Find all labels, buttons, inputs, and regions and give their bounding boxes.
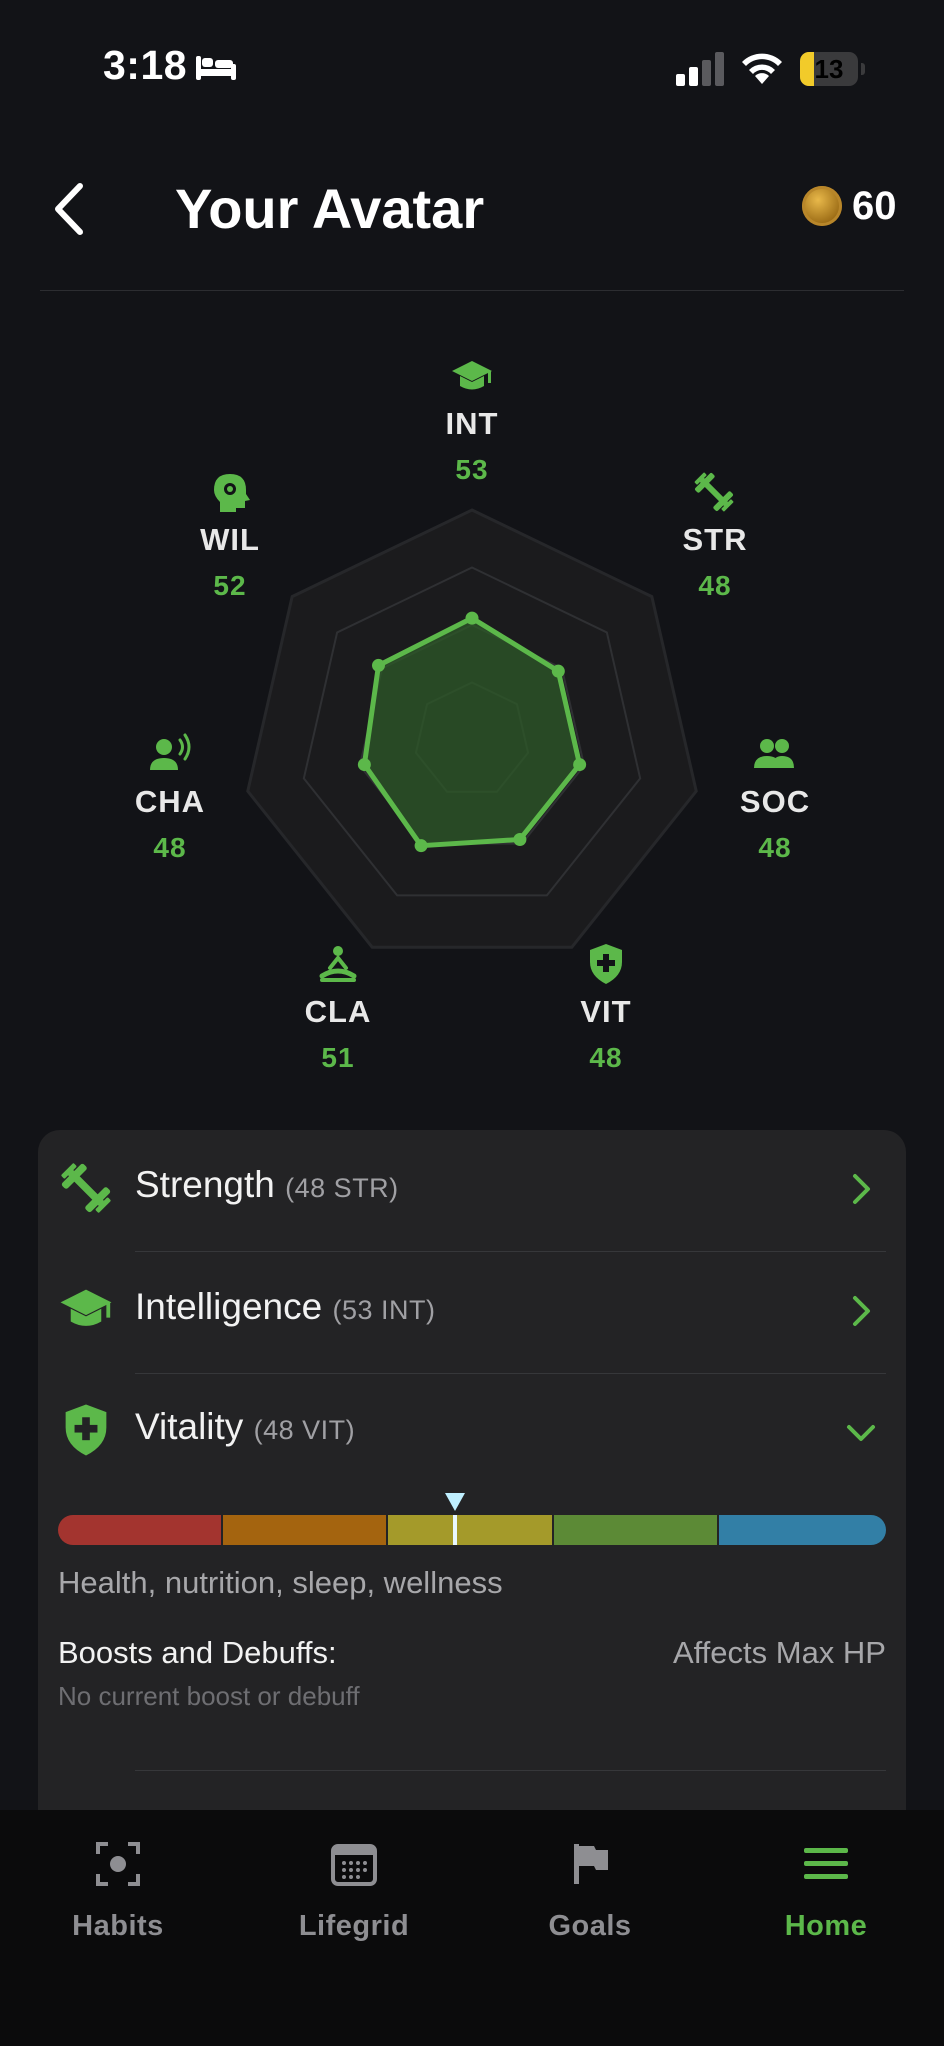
flag-icon — [574, 1844, 608, 1884]
chevron-down-icon[interactable] — [846, 1416, 876, 1450]
attribute-row-strength[interactable]: Strength (48 STR) — [38, 1130, 906, 1250]
speaking-person-icon — [150, 733, 191, 770]
tab-home[interactable]: Home — [708, 1810, 944, 1970]
page-title: Your Avatar — [175, 177, 485, 240]
attribute-title: Vitality (48 VIT) — [135, 1406, 355, 1448]
attribute-value: (48 STR) — [285, 1173, 399, 1203]
attribute-row-vitality[interactable]: Vitality (48 VIT) — [38, 1372, 906, 1492]
attribute-title: Strength (48 STR) — [135, 1164, 399, 1206]
meter-segment — [58, 1515, 221, 1545]
radar-point-wil — [371, 658, 385, 672]
attribute-title: Intelligence (53 INT) — [135, 1286, 435, 1328]
graduation-cap-icon — [452, 361, 492, 390]
level-marker-icon — [445, 1493, 466, 1511]
chevron-right-icon[interactable] — [846, 1172, 876, 1206]
gold-coin-icon — [802, 186, 842, 226]
stat-value-str: 48 — [698, 570, 732, 601]
vitality-meter — [58, 1493, 886, 1545]
tab-label: Habits — [72, 1910, 164, 1942]
battery-level: 13 — [814, 54, 844, 84]
radar-point-vit — [513, 832, 527, 846]
attribute-value: (48 VIT) — [253, 1415, 356, 1445]
radar-point-str — [551, 664, 565, 678]
stat-label-int: INT — [445, 406, 499, 441]
coin-count: 60 — [852, 184, 897, 228]
tab-label: Home — [784, 1910, 868, 1942]
head-gear-icon — [214, 474, 250, 512]
stat-value-wil: 52 — [213, 570, 247, 601]
radar-point-cha — [357, 758, 371, 772]
shield-plus-icon — [65, 1404, 107, 1456]
battery-icon: 13 — [800, 52, 858, 86]
header-divider — [40, 290, 904, 291]
stat-label-str: STR — [682, 522, 748, 557]
shield-plus-icon — [590, 944, 622, 984]
stat-value-int: 53 — [455, 454, 489, 485]
stat-value-vit: 48 — [589, 1042, 623, 1073]
meter-segment — [554, 1515, 717, 1545]
chevron-left-icon[interactable] — [46, 180, 92, 238]
bottom-tab-bar: Habits Lifegrid Goals Home — [0, 1810, 944, 2046]
meter-segment — [223, 1515, 386, 1545]
radar-point-soc — [573, 758, 587, 772]
stat-value-cha: 48 — [153, 832, 187, 863]
attribute-value: (53 INT) — [332, 1295, 436, 1325]
chevron-right-icon[interactable] — [846, 1294, 876, 1328]
meter-segment — [719, 1515, 886, 1545]
meter-segment — [388, 1515, 552, 1545]
boosts-title: Boosts and Debuffs: — [58, 1635, 337, 1670]
dumbbell-icon — [694, 472, 734, 512]
level-marker-line — [453, 1515, 458, 1545]
dumbbell-icon — [61, 1163, 111, 1213]
status-time: 3:18 — [103, 42, 188, 88]
stat-label-vit: VIT — [580, 994, 632, 1029]
vitality-description: Health, nutrition, sleep, wellness — [58, 1565, 503, 1600]
attribute-name: Vitality — [135, 1406, 244, 1447]
stat-value-soc: 48 — [758, 832, 792, 863]
stat-label-cha: CHA — [134, 784, 206, 819]
attribute-row-intelligence[interactable]: Intelligence (53 INT) — [38, 1252, 906, 1372]
tab-label: Goals — [548, 1910, 632, 1942]
wifi-icon — [742, 53, 782, 84]
app-screen: 3:18 13 Your Avatar 60 INT 53 STR 48 SOC… — [0, 0, 944, 2046]
tab-lifegrid[interactable]: Lifegrid — [236, 1810, 472, 1970]
tab-habits[interactable]: Habits — [0, 1810, 236, 1970]
focus-target-icon — [96, 1842, 140, 1886]
tab-goals[interactable]: Goals — [472, 1810, 708, 1970]
battery-tip — [861, 63, 865, 75]
calendar-grid-icon — [331, 1844, 377, 1886]
meditation-icon — [319, 946, 357, 982]
affects-label: Affects Max HP — [672, 1635, 886, 1670]
signal-icon — [676, 52, 724, 86]
attribute-name: Strength — [135, 1164, 275, 1205]
tab-label: Lifegrid — [298, 1910, 410, 1942]
row-divider — [135, 1770, 886, 1771]
radar-point-cla — [414, 839, 428, 853]
stat-label-soc: SOC — [739, 784, 811, 819]
stats-radar: INT 53 STR 48 SOC 48 VIT 48 CLA 51 CHA 4… — [0, 340, 944, 1100]
attribute-name: Intelligence — [135, 1286, 323, 1327]
stat-value-cla: 51 — [321, 1042, 355, 1073]
radar-point-int — [465, 611, 479, 625]
people-icon — [754, 739, 794, 768]
menu-icon — [804, 1848, 848, 1879]
stat-label-cla: CLA — [304, 994, 372, 1029]
graduation-cap-icon — [60, 1289, 112, 1326]
stat-label-wil: WIL — [200, 522, 260, 557]
boost-status: No current boost or debuff — [58, 1681, 360, 1711]
bed-icon — [196, 56, 236, 80]
